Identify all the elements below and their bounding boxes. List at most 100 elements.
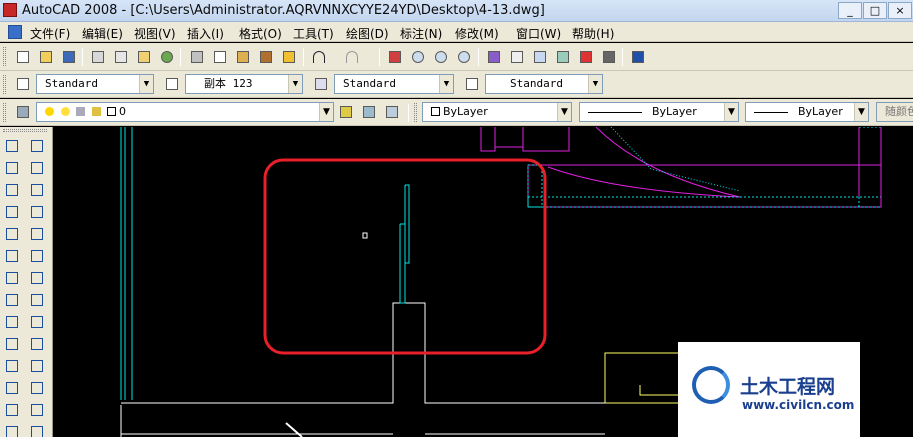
design-center-icon[interactable] [508,48,525,65]
circle-icon[interactable] [3,269,21,287]
plot-icon[interactable] [89,48,106,65]
sheet-set-icon[interactable] [554,48,571,65]
multileader-style-select[interactable]: Standard ▼ [485,74,603,94]
dim-style-icon[interactable] [163,75,180,92]
ellipse-icon[interactable] [3,335,21,353]
palette-grip[interactable] [3,129,47,132]
ellipse-arc-icon[interactable] [3,357,21,375]
plot-style-select[interactable]: 随颜色 [876,102,913,122]
break-icon[interactable] [28,379,46,397]
offset-icon[interactable] [28,203,46,221]
chevron-down-icon[interactable]: ▼ [439,75,453,93]
linetype-select[interactable]: ByLayer ▼ [579,102,739,122]
revision-cloud-icon[interactable] [3,291,21,309]
polygon-icon[interactable] [3,203,21,221]
plot-preview-icon[interactable] [112,48,129,65]
match-properties-icon[interactable] [257,48,274,65]
save-icon[interactable] [60,48,77,65]
close-button[interactable]: × [888,2,912,19]
text-style-select[interactable]: Standard ▼ [36,74,154,94]
toolbar-grip[interactable] [3,47,6,66]
menu-dimension[interactable]: 标注(N) [400,25,442,42]
copy-object-icon[interactable] [28,159,46,177]
layer-previous-icon[interactable] [360,103,377,120]
copy-icon[interactable] [211,48,228,65]
arc-icon[interactable] [3,247,21,265]
zoom-previous-icon[interactable] [455,48,472,65]
menu-file[interactable]: 文件(F) [30,25,70,42]
menu-help[interactable]: 帮助(H) [572,25,614,42]
help-icon[interactable] [629,48,646,65]
chevron-down-icon[interactable]: ▼ [588,75,602,93]
make-block-icon[interactable] [3,401,21,419]
lineweight-select[interactable]: ByLayer ▼ [745,102,869,122]
menu-edit[interactable]: 编辑(E) [82,25,123,42]
multileader-style-icon[interactable] [463,75,480,92]
properties-icon[interactable] [485,48,502,65]
undo-icon[interactable] [310,48,327,65]
zoom-realtime-icon[interactable] [409,48,426,65]
trim-icon[interactable] [28,335,46,353]
tool-palettes-icon[interactable] [531,48,548,65]
stretch-icon[interactable] [28,313,46,331]
chevron-down-icon[interactable]: ▼ [854,103,868,121]
color-select[interactable]: ByLayer ▼ [422,102,572,122]
layer-states-icon[interactable] [383,103,400,120]
make-current-layer-icon[interactable] [337,103,354,120]
dim-style-select[interactable]: 副本 123 ▼ [185,74,303,94]
extend-icon[interactable] [28,357,46,375]
document-icon[interactable] [8,25,22,39]
toolbar-grip[interactable] [414,103,417,122]
chamfer-icon[interactable] [28,401,46,419]
menu-view[interactable]: 视图(V) [134,25,176,42]
polyline-icon[interactable] [3,181,21,199]
toolbar-grip[interactable] [3,75,6,94]
chevron-down-icon[interactable]: ▼ [724,103,738,121]
paste-icon[interactable] [234,48,251,65]
publish-icon[interactable] [135,48,152,65]
insert-block-icon[interactable] [3,379,21,397]
menu-draw[interactable]: 绘图(D) [346,25,389,42]
menu-window[interactable]: 窗口(W) [516,25,561,42]
construction-line-icon[interactable] [3,159,21,177]
erase-icon[interactable] [28,137,46,155]
zoom-window-icon[interactable] [432,48,449,65]
quickcalc-icon[interactable] [600,48,617,65]
chevron-down-icon[interactable]: ▼ [319,103,333,121]
toolbar-separator [303,48,304,66]
chevron-down-icon[interactable]: ▼ [557,103,571,121]
chevron-down-icon[interactable]: ▼ [288,75,302,93]
rectangle-icon[interactable] [3,225,21,243]
fillet-icon[interactable] [28,423,46,437]
table-style-icon[interactable] [312,75,329,92]
text-style-icon[interactable] [14,75,31,92]
array-icon[interactable] [28,225,46,243]
table-style-select[interactable]: Standard ▼ [334,74,454,94]
layer-select[interactable]: 0 ▼ [36,102,334,122]
toolbar-grip[interactable] [3,103,6,122]
autocad-app-icon[interactable] [3,3,17,17]
menu-insert[interactable]: 插入(I) [187,25,224,42]
rotate-icon[interactable] [28,269,46,287]
point-icon[interactable] [3,423,21,437]
open-icon[interactable] [37,48,54,65]
layer-manager-icon[interactable] [14,103,31,120]
move-icon[interactable] [28,247,46,265]
maximize-button[interactable]: □ [863,2,887,19]
redo-icon[interactable] [343,48,360,65]
pan-icon[interactable] [386,48,403,65]
minimize-button[interactable]: _ [838,2,862,19]
block-editor-icon[interactable] [280,48,297,65]
menu-modify[interactable]: 修改(M) [455,25,499,42]
menu-tools[interactable]: 工具(T) [293,25,334,42]
spline-icon[interactable] [3,313,21,331]
new-icon[interactable] [14,48,31,65]
line-icon[interactable] [3,137,21,155]
mirror-icon[interactable] [28,181,46,199]
menu-format[interactable]: 格式(O) [239,25,282,42]
cut-icon[interactable] [188,48,205,65]
chevron-down-icon[interactable]: ▼ [139,75,153,93]
scale-icon[interactable] [28,291,46,309]
markup-icon[interactable] [577,48,594,65]
3d-dwf-icon[interactable] [158,48,175,65]
